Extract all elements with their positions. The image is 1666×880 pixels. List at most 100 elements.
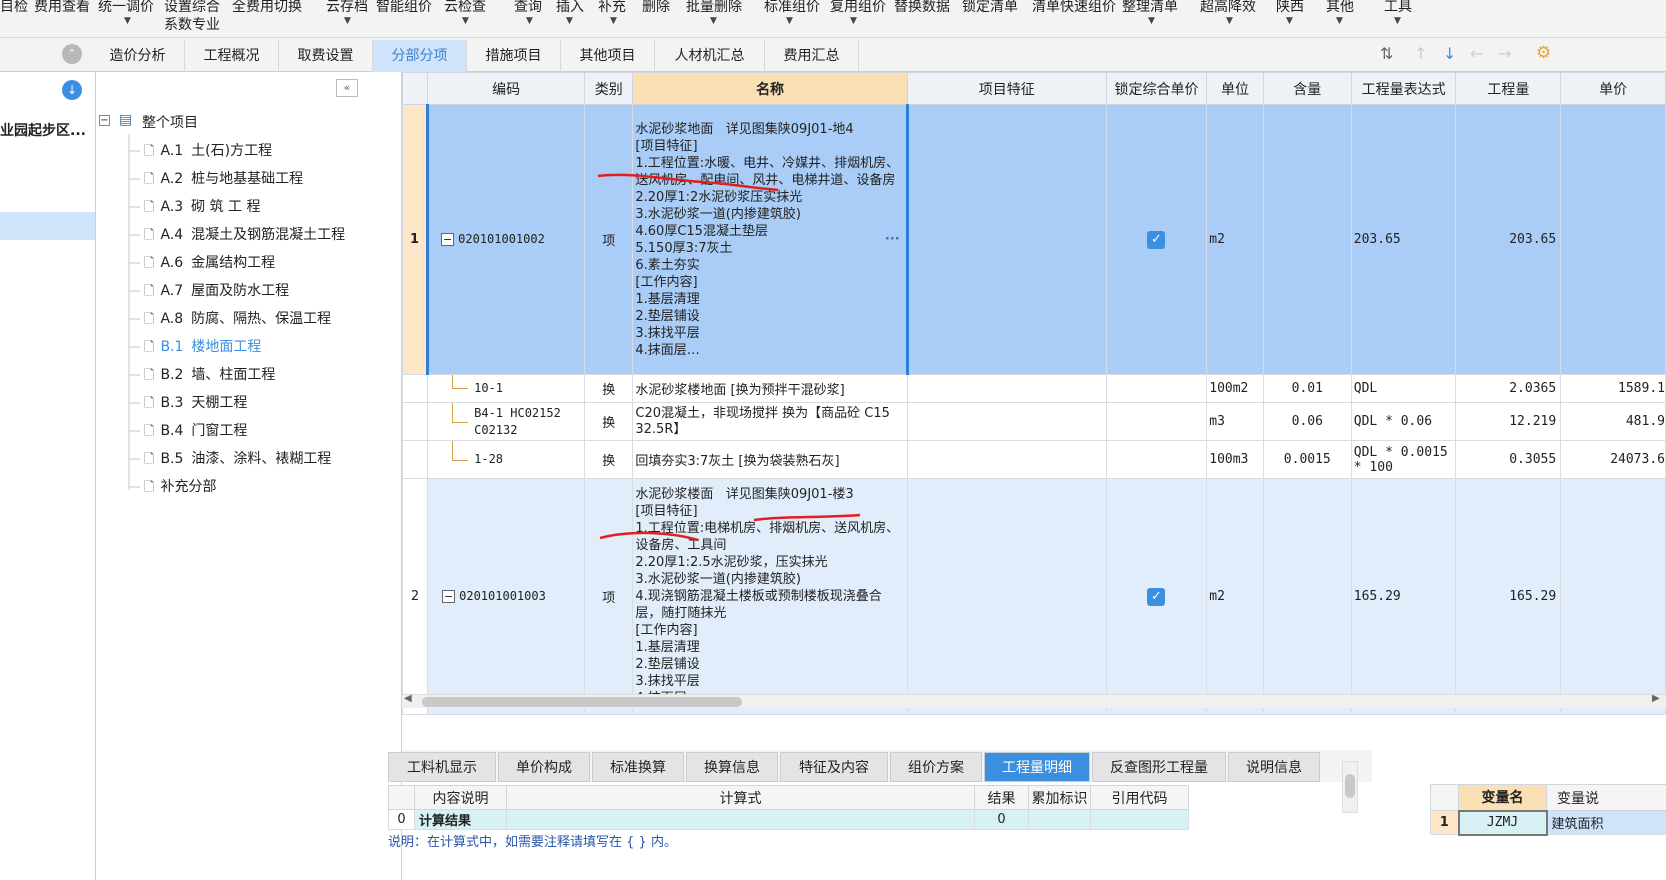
content-cell[interactable]: 0.06 xyxy=(1262,402,1352,441)
quantity-cell[interactable]: 12.219 xyxy=(1455,402,1562,441)
ref-cell[interactable] xyxy=(1090,809,1189,830)
desc-cell[interactable]: 计算结果 xyxy=(414,809,507,830)
type-cell[interactable]: 项 xyxy=(584,104,634,375)
header-features[interactable]: 项目特征 xyxy=(906,72,1107,105)
name-cell[interactable]: 水泥砂浆楼地面 [换为预拌干混砂浆] xyxy=(632,374,908,403)
table-row[interactable]: 1-28 换 回填夯实3:7灰土 [换为袋装熟石灰] 100m3 0.0015 … xyxy=(402,440,1666,479)
features-cell[interactable] xyxy=(906,478,1107,715)
quantity-cell[interactable]: 203.65 xyxy=(1455,104,1562,375)
ribbon-item[interactable]: 查询 xyxy=(514,0,542,16)
tree-item[interactable]: 🗋 B.4 门窗工程 xyxy=(144,420,247,444)
ribbon-item[interactable]: 陕西 xyxy=(1276,0,1304,16)
ribbon-item[interactable]: 清单快速组价 xyxy=(1032,0,1116,16)
content-cell[interactable] xyxy=(1262,478,1352,715)
code-cell[interactable]: −020101001002 xyxy=(426,104,586,375)
features-cell[interactable] xyxy=(906,402,1107,441)
content-cell[interactable]: 0.01 xyxy=(1262,374,1352,403)
table-row[interactable]: B4-1 HC02152 C02132 换 C20混凝土，非现场搅拌 换为【商品… xyxy=(402,402,1666,441)
horizontal-scrollbar[interactable]: ◀ ▶ xyxy=(402,693,1666,708)
chevron-down-icon[interactable]: ▼ xyxy=(526,16,533,26)
expression-cell[interactable]: QDL * 0.0015 * 100 xyxy=(1350,440,1457,479)
tab-quantity-detail[interactable]: 工程量明细 xyxy=(984,752,1090,782)
table-row[interactable]: 10-1 换 水泥砂浆楼地面 [换为预拌干混砂浆] 100m2 0.01 QDL… xyxy=(402,374,1666,403)
ribbon-item[interactable]: 删除 xyxy=(642,0,670,16)
ribbon-item[interactable]: 全费用切换 xyxy=(232,0,302,16)
tab-reverse-lookup[interactable]: 反查图形工程量 xyxy=(1092,752,1226,782)
chevron-down-icon[interactable]: ▼ xyxy=(1394,16,1401,26)
collapse-up-icon[interactable]: ⌃ xyxy=(62,44,82,64)
tree-item[interactable]: 🗋 A.3 砌 筑 工 程 xyxy=(144,196,261,220)
scrollbar-thumb[interactable] xyxy=(422,697,742,707)
content-cell[interactable]: 0.0015 xyxy=(1262,440,1352,479)
code-cell[interactable]: −020101001003 xyxy=(427,478,586,715)
lock-price-cell[interactable] xyxy=(1105,374,1208,403)
checkbox-checked-icon[interactable]: ✓ xyxy=(1147,587,1166,606)
download-icon[interactable]: ↓ xyxy=(62,80,82,100)
expression-cell[interactable]: QDL * 0.06 xyxy=(1350,402,1457,441)
code-cell[interactable]: 1-28 xyxy=(427,440,586,479)
ribbon-item[interactable]: 系数专业 xyxy=(164,14,220,34)
tab-other-items[interactable]: 其他项目 xyxy=(561,40,655,72)
ribbon-item[interactable]: 云检查 xyxy=(444,0,486,16)
type-cell[interactable]: 换 xyxy=(584,402,634,441)
tab-standard-conversion[interactable]: 标准换算 xyxy=(592,752,684,782)
header-expression[interactable]: 工程量表达式 xyxy=(1350,72,1457,105)
name-cell[interactable]: C20混凝土，非现场搅拌 换为【商品砼 C15 32.5R】 xyxy=(632,402,908,441)
tab-measures[interactable]: 措施项目 xyxy=(467,40,561,72)
tab-labor-material-summary[interactable]: 人材机汇总 xyxy=(655,40,765,72)
move-up-icon[interactable]: ↑ xyxy=(1414,44,1427,63)
lock-price-cell[interactable]: ✓ xyxy=(1105,478,1208,715)
header-type[interactable]: 类别 xyxy=(584,72,634,105)
tab-conversion-info[interactable]: 换算信息 xyxy=(686,752,778,782)
scroll-right-icon[interactable]: ▶ xyxy=(1652,693,1660,704)
chevron-down-icon[interactable]: ▼ xyxy=(462,16,469,26)
tree-item[interactable]: 🗋 A.1 土(石)方工程 xyxy=(144,140,272,164)
chevron-down-icon[interactable]: ▼ xyxy=(850,16,857,26)
chevron-down-icon[interactable]: ▼ xyxy=(1226,16,1233,26)
unit-cell[interactable]: m2 xyxy=(1206,478,1264,715)
ribbon-item[interactable]: 云存档 xyxy=(326,0,368,16)
type-cell[interactable]: 换 xyxy=(584,440,634,479)
header-quantity[interactable]: 工程量 xyxy=(1455,72,1562,105)
var-desc-cell[interactable]: 建筑面积 xyxy=(1545,810,1666,835)
quantity-cell[interactable]: 2.0365 xyxy=(1455,374,1562,403)
formula-cell[interactable] xyxy=(506,809,975,830)
table-row[interactable]: 2 −020101001003 项 水泥砂浆楼面 详见图集陕09J01-楼3 [… xyxy=(402,478,1666,715)
lock-price-cell[interactable] xyxy=(1105,402,1208,441)
chevron-down-icon[interactable]: ▼ xyxy=(566,16,573,26)
more-icon[interactable]: ··· xyxy=(885,231,900,248)
chevron-down-icon[interactable]: ▼ xyxy=(1286,16,1293,26)
tree-item[interactable]: 🗋 补充分部 xyxy=(144,476,216,500)
tree-item[interactable]: 🗋 A.4 混凝土及钢筋混凝土工程 xyxy=(144,224,345,248)
chevron-down-icon[interactable]: ▼ xyxy=(344,16,351,26)
ribbon-item[interactable]: 标准组价 xyxy=(764,0,820,16)
ribbon-item[interactable]: 批量删除 xyxy=(686,0,742,16)
ribbon-item[interactable]: 目检 xyxy=(0,0,28,16)
price-cell[interactable]: 481.9 xyxy=(1560,402,1666,441)
flag-cell[interactable] xyxy=(1028,809,1091,830)
code-cell[interactable]: 10-1 xyxy=(427,374,586,403)
tab-fee-settings[interactable]: 取费设置 xyxy=(279,40,373,72)
content-cell[interactable] xyxy=(1262,104,1352,375)
column-adjust-icon[interactable]: ⇅ xyxy=(1380,44,1393,63)
unit-cell[interactable]: 100m3 xyxy=(1206,440,1264,479)
features-cell[interactable] xyxy=(906,440,1107,479)
header-price[interactable]: 单价 xyxy=(1560,72,1666,105)
header-lock-price[interactable]: 锁定综合单价 xyxy=(1105,72,1208,105)
var-name-cell[interactable]: JZMJ xyxy=(1457,809,1548,836)
chevron-down-icon[interactable]: ▼ xyxy=(710,16,717,26)
header-name[interactable]: 名称 xyxy=(632,72,908,105)
expression-cell[interactable]: 165.29 xyxy=(1350,478,1457,715)
expression-cell[interactable]: 203.65 xyxy=(1350,104,1457,375)
tree-item[interactable]: 🗋 B.2 墙、柱面工程 xyxy=(144,364,275,388)
unit-cell[interactable]: m3 xyxy=(1206,402,1264,441)
ribbon-item[interactable]: 插入 xyxy=(556,0,584,16)
ribbon-item[interactable]: 智能组价 xyxy=(376,0,432,16)
table-row[interactable]: 1 −020101001002 项 水泥砂浆地面 详见图集陕09J01-地4 [… xyxy=(402,104,1666,375)
chevron-down-icon[interactable]: ▼ xyxy=(1148,16,1155,26)
table-row[interactable]: 1 JZMJ 建筑面积 xyxy=(1430,809,1666,836)
code-cell[interactable]: B4-1 HC02152 C02132 xyxy=(427,402,586,441)
ribbon-item[interactable]: 整理清单 xyxy=(1122,0,1178,16)
ribbon-item[interactable]: 超高降效 xyxy=(1200,0,1256,16)
tab-notes[interactable]: 说明信息 xyxy=(1228,752,1320,782)
